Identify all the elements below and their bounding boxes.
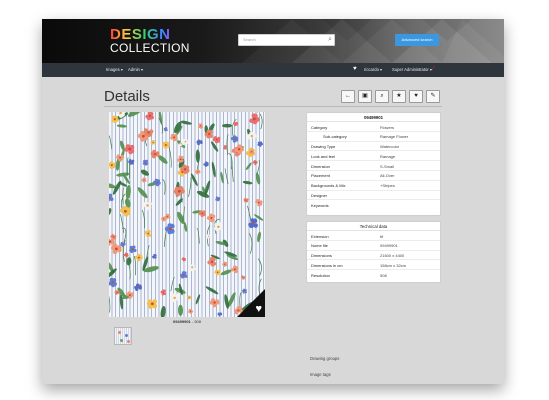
image-code: 09499901	[172, 319, 191, 324]
site-logo[interactable]: DESIGN COLLECTION	[110, 27, 190, 55]
table-row: Dimensions in cm 158cm x 32cm	[307, 260, 440, 271]
details-panel: 09499901 Category Flowers Sub-category Ram…	[306, 112, 441, 216]
row-key: Drawing Type	[311, 144, 336, 150]
table-row: Category Flowers	[307, 122, 440, 132]
row-value: 508	[380, 272, 387, 278]
search-icon[interactable]: ⌕	[328, 36, 332, 44]
row-value: tif	[380, 233, 384, 239]
table-row: Nome file 09499901	[307, 241, 440, 251]
nav-admin-menu[interactable]: Admin ▾	[128, 67, 143, 73]
image-tags-label: Image tags	[310, 372, 331, 377]
row-key: Dimensions in cm	[311, 262, 343, 268]
pin-icon[interactable]: ⁄	[433, 66, 434, 72]
design-preview-image[interactable]: ♥	[109, 112, 265, 317]
zoom-icon: ⌕	[380, 93, 384, 99]
table-row: Resolution 508	[307, 270, 440, 280]
table-row: Sub-category Ramage Flower	[307, 132, 440, 142]
row-value: Ramage	[380, 153, 396, 159]
table-row: Dimensions 21600 x 4400	[307, 251, 440, 261]
table-row: Dimension S-Small	[307, 161, 440, 171]
logo-line-2: COLLECTION	[110, 41, 190, 55]
advanced-search-button[interactable]: Advanced search	[395, 34, 439, 46]
site-header: DESIGN COLLECTION Search ⌕ Advanced sear…	[42, 19, 504, 63]
technical-data-panel: Technical data Extension tif Nome file 094…	[306, 221, 441, 283]
star-icon: ★	[396, 93, 402, 99]
zoom-button[interactable]: ⌕	[375, 90, 389, 103]
heart-icon[interactable]: ♥	[255, 304, 262, 315]
table-row: Extension tif	[307, 231, 440, 241]
row-key: Backgrounds & Mix	[311, 183, 346, 189]
row-key: Designer	[311, 193, 328, 199]
row-key: Resolution	[311, 272, 330, 278]
table-row: Drawing Type Watercolor	[307, 142, 440, 152]
table-row: Placement All-Over	[307, 171, 440, 181]
browser-frame: DESIGN COLLECTION Search ⌕ Advanced sear…	[42, 19, 504, 384]
main-navbar: Images ▾ Admin ▾ ♥ riccardo ▾ Super Admi…	[42, 63, 504, 77]
row-key: Extension	[311, 233, 329, 239]
page-title: Details	[104, 88, 150, 105]
row-key: Dimension	[311, 163, 330, 169]
nav-role-menu[interactable]: Super Administrator ▾	[392, 67, 432, 73]
image-caption-rest: - 508	[190, 319, 202, 324]
row-key: Nome file	[311, 243, 328, 249]
drawing-groups-label: Drawing groups	[310, 356, 340, 361]
row-value: Watercolor	[380, 144, 400, 150]
search-input[interactable]: Search ⌕	[238, 34, 335, 46]
row-key: Keywords	[311, 202, 329, 208]
back-arrow-icon: ←	[345, 93, 351, 99]
image-thumbnail[interactable]	[114, 327, 132, 345]
nav-user-menu[interactable]: riccardo ▾	[364, 67, 382, 73]
wrench-icon: ✎	[430, 93, 436, 99]
view-image-button[interactable]: ▣	[358, 90, 372, 103]
details-heading: 09499901	[307, 113, 440, 122]
row-value: Ramage Flower	[380, 134, 409, 140]
back-button[interactable]: ←	[341, 90, 355, 103]
row-value: S-Small	[380, 163, 395, 169]
nav-images-menu[interactable]: Images ▾	[106, 67, 123, 73]
favorite-button[interactable]: ♥	[409, 90, 423, 103]
image-caption: 09499901 - 508	[109, 319, 265, 324]
row-value: 09499901	[380, 243, 398, 249]
technical-heading: Technical data	[307, 222, 440, 231]
title-divider	[104, 106, 442, 107]
row-value: 21600 x 4400	[380, 253, 405, 259]
row-value: 158cm x 32cm	[380, 262, 407, 268]
row-key: Dimensions	[311, 253, 332, 259]
logo-line-1: DESIGN	[110, 27, 178, 42]
row-key: Placement	[311, 173, 330, 179]
row-key: Look and feel	[311, 153, 336, 159]
row-value: Flowers	[380, 124, 395, 130]
table-row: Designer	[307, 191, 440, 201]
heart-icon[interactable]: ♥	[353, 66, 357, 72]
table-row: Keywords	[307, 200, 440, 210]
table-row: Backgrounds & Mix +Stripes	[307, 181, 440, 191]
row-value: +Stripes	[380, 183, 395, 189]
row-key: Sub-category	[323, 134, 347, 140]
table-row: Look and feel Ramage	[307, 151, 440, 162]
row-key: Category	[311, 124, 328, 130]
search-placeholder: Search	[243, 37, 256, 42]
floral-pattern	[109, 112, 264, 317]
image-icon: ▣	[362, 93, 368, 99]
row-value: All-Over	[380, 173, 395, 179]
edit-button[interactable]: ✎	[426, 90, 440, 103]
heart-icon: ♥	[414, 93, 418, 99]
star-button[interactable]: ★	[392, 90, 406, 103]
